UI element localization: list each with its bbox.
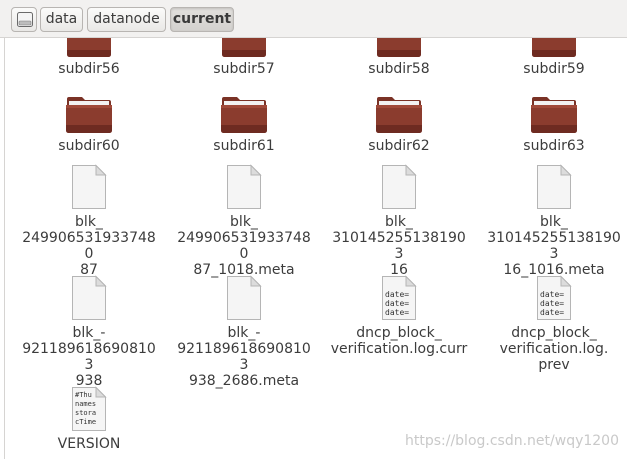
folder-label: subdir56 <box>58 61 120 77</box>
blank-file-icon <box>537 164 572 209</box>
watermark: https://blog.csdn.net/wqy1200 <box>404 433 619 449</box>
folder-label: subdir62 <box>368 138 430 154</box>
file-item[interactable]: date= date= date= dncp_block_ verificati… <box>484 275 624 373</box>
folder-label: subdir57 <box>213 61 275 77</box>
folder-label: subdir63 <box>523 138 585 154</box>
blank-file-icon <box>72 164 107 209</box>
file-item[interactable]: blk_- 9211896186908103 938 <box>19 275 159 389</box>
file-label: blk_- 9211896186908103 938 <box>22 325 156 389</box>
blank-file-icon <box>72 275 107 320</box>
blank-file-icon <box>227 275 262 320</box>
file-label: blk_- 9211896186908103 938_2686.meta <box>177 325 311 389</box>
file-label: blk_ 3101452551381903 16 <box>332 214 466 278</box>
folder-icon <box>531 97 577 133</box>
file-item[interactable]: blk_ 2499065319337480 87_1018.meta <box>174 164 314 278</box>
folder-item[interactable]: subdir58 <box>329 38 469 77</box>
folder-item[interactable]: subdir63 <box>484 96 624 154</box>
folder-item[interactable]: subdir62 <box>329 96 469 154</box>
text-file-icon: date= date= date= <box>536 275 572 321</box>
blank-file-icon <box>227 164 262 209</box>
folder-label: subdir60 <box>58 138 120 154</box>
breadcrumb-current[interactable]: current <box>170 7 234 32</box>
folder-icon <box>532 38 576 57</box>
folder-icon <box>377 38 421 57</box>
file-item[interactable]: date= date= date= dncp_block_ verificati… <box>329 275 469 357</box>
file-label: VERSION <box>57 436 121 452</box>
folder-item[interactable]: subdir59 <box>484 38 624 77</box>
drive-button[interactable] <box>11 7 37 32</box>
breadcrumb-datanode[interactable]: datanode <box>87 7 166 32</box>
text-file-icon: date= date= date= <box>381 275 417 321</box>
folder-icon <box>67 38 111 57</box>
file-item[interactable]: blk_ 3101452551381903 16_1016.meta <box>484 164 624 278</box>
file-label: dncp_block_ verification.log.curr <box>330 325 468 357</box>
file-item[interactable]: #Thu names stora cTime VERSION <box>19 386 159 452</box>
folder-item[interactable]: subdir61 <box>174 96 314 154</box>
folder-item[interactable]: subdir56 <box>19 38 159 77</box>
location-bar: data datanode current <box>0 0 627 38</box>
text-preview: date= date= date= <box>540 290 565 317</box>
text-file-icon: #Thu names stora cTime <box>71 386 107 432</box>
folder-label: subdir58 <box>368 61 430 77</box>
file-item[interactable]: blk_ 2499065319337480 87 <box>19 164 159 278</box>
folder-icon <box>66 97 112 133</box>
file-label: blk_ 3101452551381903 16_1016.meta <box>487 214 621 278</box>
file-icon-view[interactable]: subdir56 subdir57 subdir58 subdir59 subd… <box>4 38 627 459</box>
folder-item[interactable]: subdir60 <box>19 96 159 154</box>
file-label: blk_ 2499065319337480 87 <box>22 214 156 278</box>
drive-icon <box>17 12 33 27</box>
breadcrumb-data[interactable]: data <box>40 7 83 32</box>
blank-file-icon <box>382 164 417 209</box>
folder-label: subdir59 <box>523 61 585 77</box>
file-label: blk_ 2499065319337480 87_1018.meta <box>177 214 311 278</box>
folder-icon <box>222 38 266 57</box>
folder-icon <box>221 97 267 133</box>
text-preview: #Thu names stora cTime <box>75 391 97 426</box>
text-preview: date= date= date= <box>385 290 410 317</box>
file-label: dncp_block_ verification.log. prev <box>499 325 609 373</box>
file-item[interactable]: blk_- 9211896186908103 938_2686.meta <box>174 275 314 389</box>
file-item[interactable]: blk_ 3101452551381903 16 <box>329 164 469 278</box>
folder-item[interactable]: subdir57 <box>174 38 314 77</box>
folder-label: subdir61 <box>213 138 275 154</box>
folder-icon <box>376 97 422 133</box>
